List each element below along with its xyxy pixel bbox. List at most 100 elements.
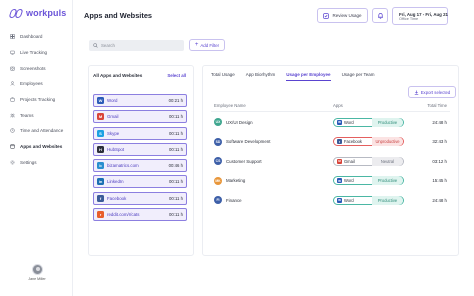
team-avatar: MK (214, 176, 222, 185)
apps-list-panel: All Apps and Websites Select all W Word 00… (88, 65, 194, 256)
date-range-text: Fri, Aug 17 - Fri, Aug 21 (399, 11, 448, 17)
app-list-item[interactable]: b bizamatrics.com 00:46 h (93, 159, 187, 173)
sidebar-item-label: Live Tracking (20, 50, 48, 56)
dashboard-icon (10, 34, 15, 40)
app-time: 00:11 h (168, 114, 183, 120)
total-time: 03:12 h (432, 158, 447, 164)
sidebar-item-dashboard[interactable]: Dashboard (0, 29, 73, 45)
column-header-total-time[interactable]: Total Time (427, 103, 447, 108)
tab-total-usage[interactable]: Total Usage (211, 72, 235, 81)
column-header-employee[interactable]: Employee Name (214, 103, 246, 108)
team-avatar: SD (214, 137, 222, 146)
sidebar-item-label: Screenshots (20, 65, 46, 71)
export-selected-button[interactable]: Export selected (408, 86, 456, 98)
table-row[interactable]: CS Customer Support M Gmail Neutral 03:12 h (211, 153, 450, 169)
table-row[interactable]: UX UX/UI Design W Word Productive 24:48 h (211, 114, 450, 130)
usage-tabs: Total Usage App Biorhythm Usage per Empl… (211, 72, 386, 81)
sidebar-item-label: Apps and Websites (20, 144, 63, 150)
app-status-pill[interactable]: M Gmail Neutral (333, 156, 404, 166)
tab-usage-per-employee[interactable]: Usage per Employee (286, 72, 331, 81)
plus-icon: + (194, 42, 199, 48)
page-title: Apps and Websites (84, 11, 153, 20)
live-tracking-icon (10, 50, 15, 55)
app-status-pill[interactable]: W Word Productive (333, 117, 404, 127)
app-time: 00:11 h (168, 130, 183, 136)
date-range-picker[interactable]: Fri, Aug 17 - Fri, Aug 21 Office Time (392, 7, 448, 25)
bell-icon (377, 13, 383, 19)
productivity-status: Productive (372, 117, 403, 127)
word-icon: W (337, 119, 342, 125)
add-filter-label: Add Filter (200, 42, 220, 48)
app-list-item[interactable]: f Facebook 00:11 h (93, 191, 187, 205)
app-name: Skype (107, 130, 120, 136)
pill-app-name: Gmail (344, 158, 355, 164)
notifications-button[interactable] (372, 8, 388, 23)
gmail-icon: M (337, 158, 342, 164)
sidebar-item-teams[interactable]: Teams (0, 107, 73, 123)
app-name: LinkedIn (107, 179, 124, 185)
search-icon (93, 43, 98, 48)
pill-app-name: Facebook (344, 139, 362, 144)
sidebar-item-employees[interactable]: Employees (0, 76, 73, 92)
team-avatar: FI (214, 196, 222, 204)
search-input[interactable] (101, 43, 181, 48)
app-time: 00:46 h (168, 163, 183, 169)
tab-app-biorhythm[interactable]: App Biorhythm (246, 72, 276, 81)
sidebar-item-label: Projects Tracking (20, 97, 56, 103)
app-list-item[interactable]: W Word 00:21 h (93, 94, 187, 107)
settings-icon (10, 160, 15, 165)
app-list-item[interactable]: M Gmail 00:11 h (93, 110, 187, 124)
teams-icon (10, 113, 15, 118)
review-usage-button[interactable]: Review Usage (317, 8, 368, 23)
employee-name: Software Development (226, 139, 271, 144)
total-time: 24:48 h (432, 119, 447, 125)
column-header-apps[interactable]: Apps (333, 103, 343, 108)
table-divider (211, 111, 450, 112)
add-filter-button[interactable]: + Add Filter (189, 39, 225, 51)
sidebar-item-projects-tracking[interactable]: Projects Tracking (0, 92, 73, 108)
word-icon: W (337, 197, 342, 203)
app-status-pill[interactable]: W Word Productive (333, 195, 404, 205)
reddit-com-r-cats-icon: r (97, 211, 104, 219)
app-list-item[interactable]: H HubSpot 00:11 h (93, 142, 187, 156)
app-time: 00:11 h (168, 195, 183, 201)
select-all-link[interactable]: Select all (167, 73, 186, 78)
app-name: Gmail (107, 114, 119, 120)
sidebar-item-time-and-attendance[interactable]: Time and Attendance (0, 123, 73, 139)
app-list-item[interactable]: r reddit.com/r/cats 00:11 h (93, 208, 187, 222)
app-list-item[interactable]: S Skype 00:11 h (93, 126, 187, 140)
app-name: reddit.com/r/cats (107, 212, 140, 218)
app-status-pill[interactable]: f Facebook Unproductive (333, 137, 404, 146)
bizamatrics-com-icon: b (97, 162, 104, 170)
sidebar-item-apps-and-websites[interactable]: Apps and Websites (0, 139, 73, 155)
review-usage-label: Review Usage (332, 13, 362, 18)
app-time: 00:21 h (168, 98, 183, 103)
export-icon (414, 90, 418, 95)
sidebar-item-live-tracking[interactable]: Live Tracking (0, 45, 73, 61)
productivity-status: Productive (372, 195, 403, 205)
employee-name: UX/UI Design (226, 119, 253, 125)
attendance-icon (10, 128, 15, 134)
sidebar-item-label: Settings (20, 159, 37, 165)
table-row[interactable]: FI Finance W Word Productive 24:48 h (211, 192, 450, 208)
facebook-icon: f (337, 139, 342, 144)
tab-usage-per-team[interactable]: Usage per Team (342, 72, 375, 81)
brand-logo[interactable]: workpuls (8, 8, 66, 18)
user-profile[interactable]: Jane Miller (27, 264, 47, 281)
date-range-subtext: Office Time (399, 16, 419, 21)
facebook-icon: f (97, 194, 104, 202)
sidebar-item-screenshots[interactable]: Screenshots (0, 60, 73, 76)
user-name: Jane Miller (28, 277, 46, 281)
sidebar-item-label: Teams (20, 112, 34, 118)
table-row[interactable]: SD Software Development f Facebook Unproduct… (211, 134, 450, 150)
productivity-status: Productive (372, 176, 403, 185)
total-time: 32:43 h (432, 139, 447, 144)
app-name: Facebook (107, 195, 127, 201)
review-icon (323, 12, 330, 19)
table-row[interactable]: MK Marketing W Word Productive 15:45 h (211, 173, 450, 189)
sidebar-item-label: Dashboard (20, 34, 43, 40)
app-status-pill[interactable]: W Word Productive (333, 176, 404, 185)
sidebar: workpuls Dashboard Live Tracking Screens… (0, 0, 73, 296)
app-list-item[interactable]: in LinkedIn 00:11 h (93, 175, 187, 189)
sidebar-item-settings[interactable]: Settings (0, 155, 73, 171)
